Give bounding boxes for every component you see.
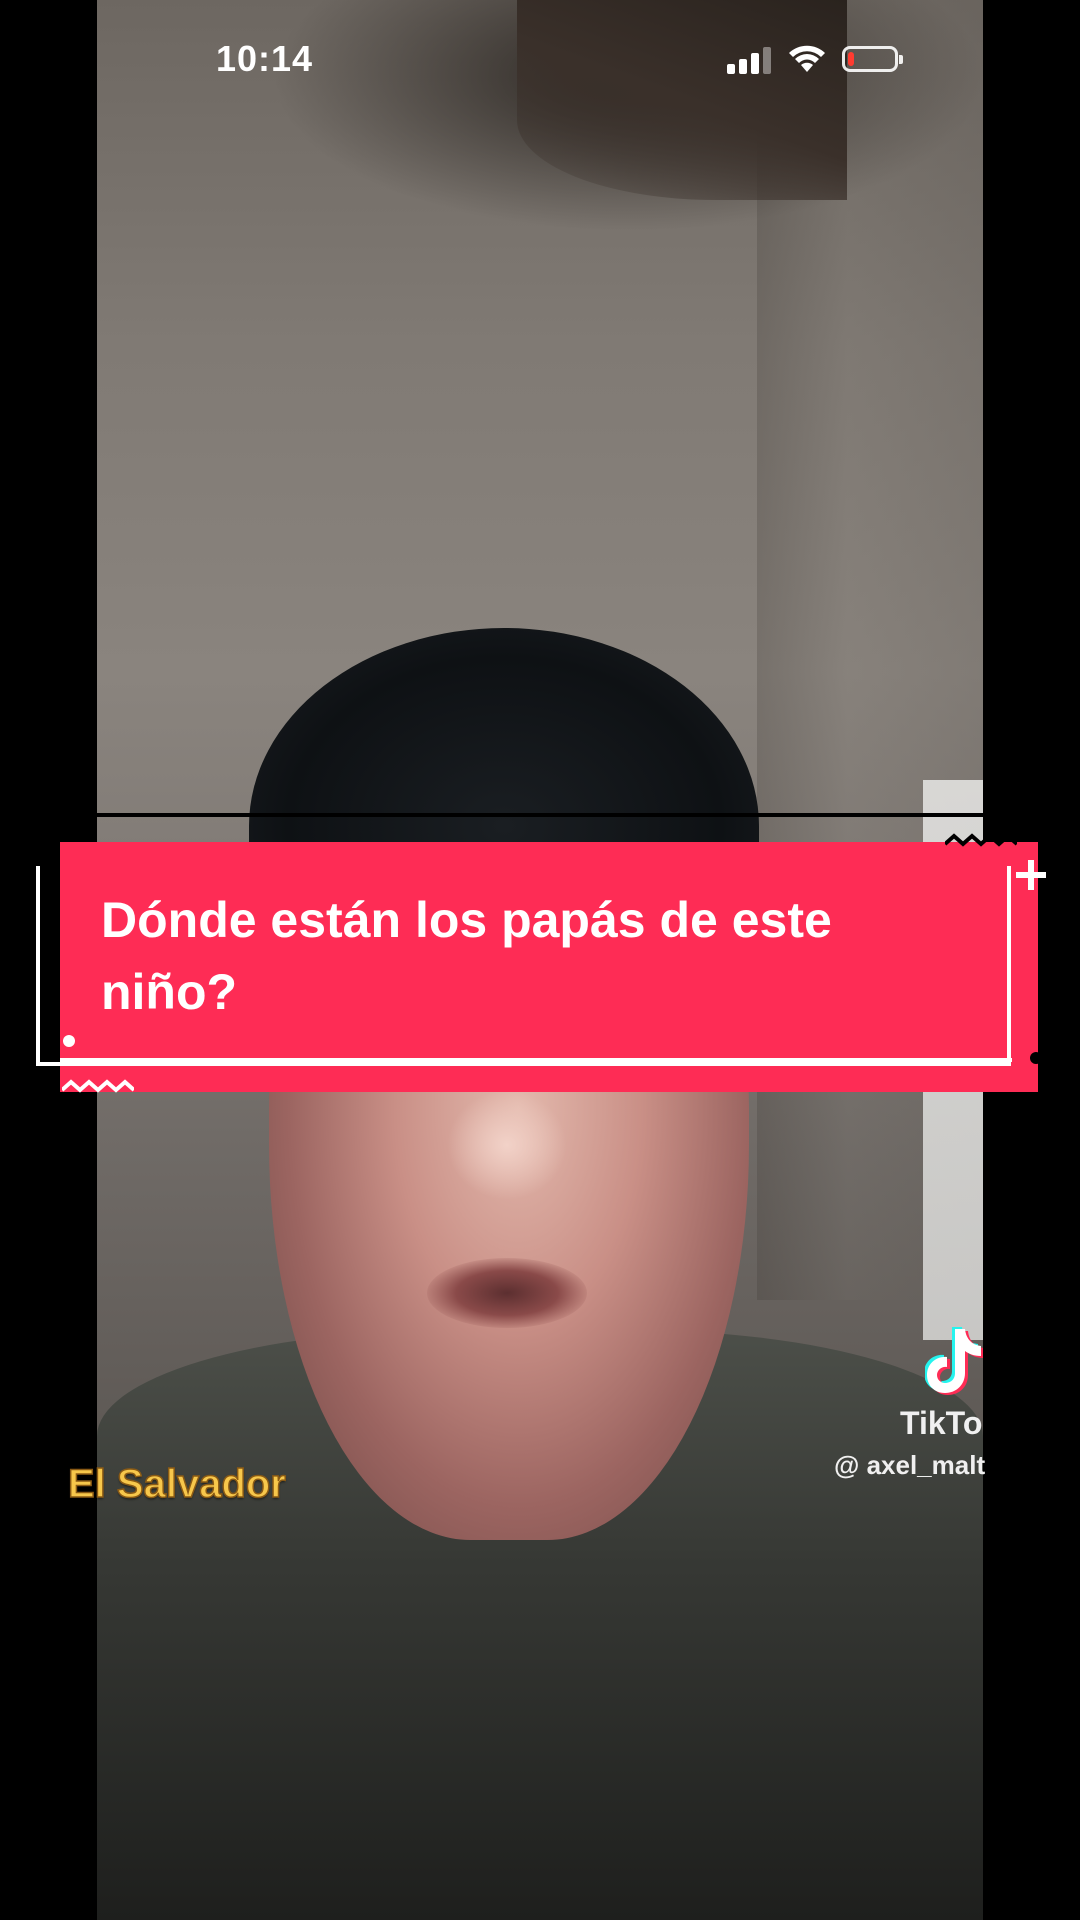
cellular-signal-icon — [727, 46, 771, 74]
status-bar: 10:14 — [0, 0, 1080, 120]
caption-underline — [60, 1058, 1012, 1062]
plus-decoration — [1014, 858, 1048, 892]
caption-top-line — [97, 813, 983, 817]
zigzag-decoration-top — [945, 833, 1017, 847]
zigzag-decoration-bottom — [62, 1079, 134, 1093]
person-nose — [447, 1090, 567, 1200]
caption-text: Dónde están los papás de este niño? — [101, 892, 832, 1020]
tiktok-logo-icon — [925, 1327, 983, 1395]
tiktok-handle: @ axel_malt — [834, 1450, 986, 1480]
wifi-icon — [789, 45, 825, 72]
battery-icon — [842, 46, 903, 72]
battery-level — [848, 52, 854, 66]
screen: 10:14 Dónde están los papás de este niño… — [0, 0, 1080, 1920]
dot-decoration-dark — [1030, 1052, 1042, 1064]
tiktok-watermark-text: TikTo — [900, 1405, 983, 1441]
person-mouth — [427, 1258, 587, 1328]
location-label: El Salvador — [67, 1461, 286, 1507]
dot-decoration — [63, 1035, 75, 1047]
status-time: 10:14 — [216, 38, 314, 79]
